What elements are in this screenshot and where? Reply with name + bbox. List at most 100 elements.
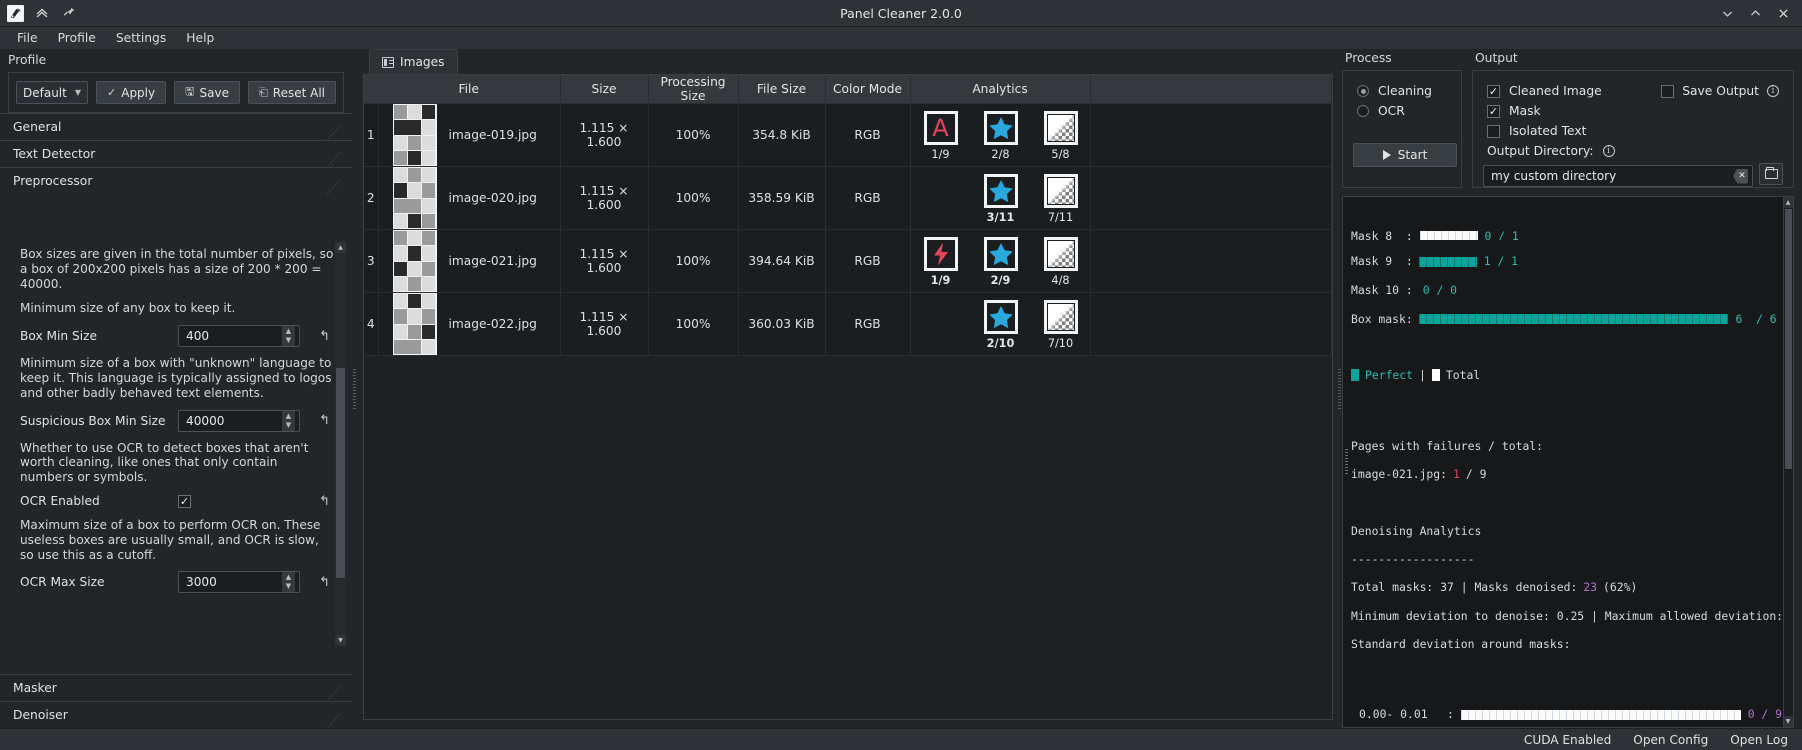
- analytics-slot-mask[interactable]: 2/8: [971, 110, 1031, 161]
- clear-icon[interactable]: ✕: [1733, 168, 1748, 184]
- suspicious-box-min-size-input[interactable]: 40000 ▲ ▼: [178, 409, 300, 432]
- row-analytics: 3/11 7/11: [910, 166, 1091, 230]
- profile-scrollbar[interactable]: ▲ ▼: [335, 242, 346, 646]
- row-file[interactable]: image-022.jpg: [378, 292, 561, 356]
- images-panel: Images File Size Processing Size File Si…: [357, 49, 1337, 728]
- cleaned-image-checkbox[interactable]: ✓: [1487, 84, 1500, 98]
- row-file[interactable]: image-020.jpg: [378, 166, 561, 230]
- radio-ocr-icon: [1357, 105, 1369, 117]
- analytics-slot-mask[interactable]: 2/9: [971, 236, 1031, 287]
- row-analytics: A 1/9 2/8 5/8: [910, 103, 1091, 167]
- checkered-image-icon: [1043, 173, 1078, 208]
- total-masks-value: 23: [1583, 580, 1598, 595]
- section-masker-label: Masker: [13, 681, 57, 695]
- table-row[interactable]: 3 image-021.jpg 1.115 × 1.600 100% 394.6…: [364, 229, 1332, 293]
- preprocessor-settings: Box sizes are given in the total number …: [0, 242, 352, 646]
- close-icon[interactable]: [1776, 6, 1790, 20]
- legend-perfect-swatch: [1351, 369, 1359, 382]
- start-button[interactable]: Start: [1353, 143, 1457, 167]
- row-filler: [1090, 166, 1332, 230]
- table-row[interactable]: 1 image-019.jpg 1.115 × 1.600 100% 354.8…: [364, 103, 1332, 167]
- analytics-count-mask: 2/9: [990, 273, 1011, 287]
- profile-select[interactable]: Default ▼: [16, 81, 89, 104]
- reset-all-button[interactable]: ⎗ Reset All: [247, 81, 336, 104]
- suspicious-box-min-size-desc: Minimum size of a box with "unknown" lan…: [20, 356, 332, 400]
- maximize-icon[interactable]: [1748, 6, 1762, 20]
- profile-scrollbar-thumb[interactable]: [336, 368, 345, 578]
- ocr-max-size-stepper[interactable]: ▲ ▼: [282, 572, 295, 593]
- info-icon[interactable]: i: [1767, 85, 1779, 97]
- table-header-row: File Size Processing Size File Size Colo…: [364, 75, 1332, 104]
- suspicious-box-min-size-stepper[interactable]: ▲ ▼: [282, 410, 295, 431]
- tab-images[interactable]: Images: [369, 49, 458, 74]
- menu-file[interactable]: File: [8, 29, 47, 47]
- col-size[interactable]: Size: [560, 75, 649, 104]
- pin-icon[interactable]: [60, 4, 78, 22]
- console-grip[interactable]: [1345, 449, 1348, 475]
- console-scroll-up-icon[interactable]: ▲: [1783, 197, 1793, 208]
- console-scroll-down-icon[interactable]: ▼: [1783, 716, 1793, 727]
- table-row[interactable]: 2 image-020.jpg 1.115 × 1.600 100% 358.5…: [364, 166, 1332, 230]
- boxmask-label: Box mask:: [1351, 311, 1413, 326]
- info-icon[interactable]: i: [1602, 145, 1615, 157]
- console-scrollbar-thumb[interactable]: [1784, 209, 1792, 469]
- profile-toolbar: Default ▼ ✓ Apply 🖫 Save ⎗ Reset All: [8, 72, 344, 113]
- save-button[interactable]: 🖫 Save: [174, 81, 240, 104]
- menu-profile[interactable]: Profile: [49, 29, 105, 47]
- chevron-up-icon[interactable]: [33, 4, 51, 22]
- row-file[interactable]: image-019.jpg: [378, 103, 561, 167]
- section-text-detector[interactable]: Text Detector: [0, 140, 352, 167]
- browse-directory-button[interactable]: [1759, 163, 1783, 185]
- radio-cleaning[interactable]: Cleaning: [1353, 81, 1451, 101]
- save-output-checkbox[interactable]: [1661, 84, 1675, 98]
- mask10-count: 0 / 0: [1422, 283, 1458, 298]
- status-open-config[interactable]: Open Config: [1633, 733, 1708, 747]
- list-icon: [382, 56, 394, 68]
- radio-cleaning-icon: [1357, 85, 1369, 97]
- output-directory-input[interactable]: my custom directory ✕: [1483, 165, 1753, 187]
- analytics-slot-mask[interactable]: 2/10: [971, 299, 1031, 350]
- section-preprocessor[interactable]: Preprocessor: [0, 167, 352, 194]
- profile-panel: Profile Default ▼ ✓ Apply 🖫 Save ⎗ Reset…: [0, 49, 352, 728]
- analytics-slot-mask[interactable]: 3/11: [971, 173, 1031, 224]
- radio-ocr[interactable]: OCR: [1353, 101, 1451, 121]
- minimize-icon[interactable]: [1720, 6, 1734, 20]
- menu-help[interactable]: Help: [177, 29, 223, 47]
- ocr-max-size-input[interactable]: 3000 ▲ ▼: [178, 571, 300, 594]
- analytics-slot-denoise[interactable]: 4/8: [1031, 236, 1091, 287]
- mask-checkbox[interactable]: ✓: [1487, 104, 1500, 118]
- section-masker[interactable]: Masker: [0, 674, 352, 701]
- tab-images-label: Images: [400, 55, 445, 69]
- analytics-slot-denoise[interactable]: 7/10: [1031, 299, 1091, 350]
- col-processing-size[interactable]: Processing Size: [648, 75, 739, 104]
- analytics-slot-denoise[interactable]: 5/8: [1031, 110, 1091, 161]
- box-min-size-input[interactable]: 400 ▲ ▼: [178, 325, 300, 348]
- row-file-label: image-019.jpg: [448, 128, 537, 142]
- denoise-rule: ------------------: [1351, 551, 1475, 566]
- analytics-slot-denoise[interactable]: 7/11: [1031, 173, 1091, 224]
- menu-settings[interactable]: Settings: [107, 29, 175, 47]
- left-splitter[interactable]: [352, 49, 357, 728]
- row-file[interactable]: image-021.jpg: [378, 229, 561, 293]
- ocr-enabled-checkbox[interactable]: ✓: [178, 494, 191, 508]
- row-index: 1: [364, 103, 379, 167]
- status-open-log[interactable]: Open Log: [1730, 733, 1788, 747]
- profile-select-value: Default: [23, 85, 67, 100]
- row-size: 1.115 × 1.600: [560, 292, 649, 356]
- isolated-text-checkbox[interactable]: [1487, 124, 1500, 138]
- col-file-size[interactable]: File Size: [738, 75, 826, 104]
- box-min-size-stepper[interactable]: ▲ ▼: [282, 326, 295, 347]
- section-denoiser[interactable]: Denoiser: [0, 701, 352, 728]
- col-analytics[interactable]: Analytics: [910, 75, 1091, 104]
- analytics-slot-failure[interactable]: 1/9: [911, 236, 971, 287]
- scroll-down-icon[interactable]: ▼: [335, 635, 346, 646]
- scroll-up-icon[interactable]: ▲: [335, 242, 346, 253]
- col-color-mode[interactable]: Color Mode: [825, 75, 911, 104]
- console-scrollbar[interactable]: ▲ ▼: [1783, 196, 1794, 728]
- apply-button[interactable]: ✓ Apply: [96, 81, 167, 104]
- process-label: Process: [1345, 51, 1392, 65]
- table-row[interactable]: 4 image-022.jpg 1.115 × 1.600 100% 360.0…: [364, 292, 1332, 356]
- section-general[interactable]: General: [0, 113, 352, 140]
- analytics-slot-ocr[interactable]: A 1/9: [911, 110, 971, 161]
- col-file[interactable]: File: [378, 75, 561, 104]
